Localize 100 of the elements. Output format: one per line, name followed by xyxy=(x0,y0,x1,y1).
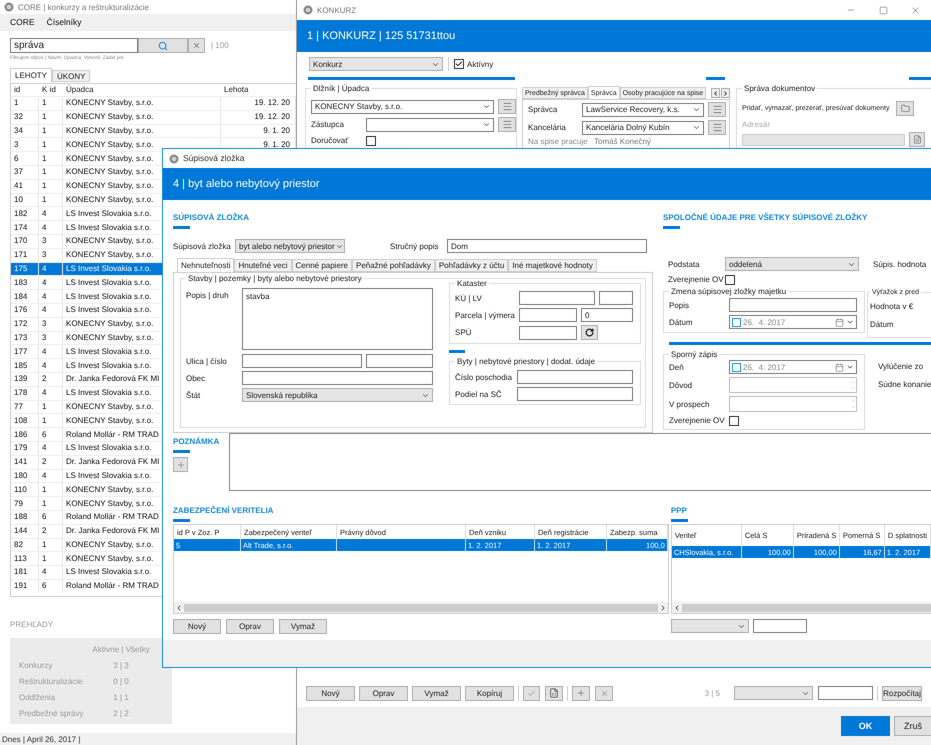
dropdown[interactable]: Slovenská republika xyxy=(242,388,433,402)
dropdown[interactable]: byt alebo nebytový priestor xyxy=(235,239,345,253)
table-row[interactable]: 32 1 KONECNY Stavby, s.r.o. 19. 12. 20 xyxy=(11,110,296,124)
scroll-right-button[interactable] xyxy=(721,88,730,98)
export-button[interactable] xyxy=(545,686,563,700)
dropdown[interactable]: LawService Recovery, k.s. xyxy=(582,102,704,116)
edit-button[interactable]: Oprav xyxy=(359,686,408,700)
section-title: PREHĽADY xyxy=(10,618,54,630)
accent-bar xyxy=(706,77,726,80)
table-row[interactable]: 34 1 KONECNY Stavby, s.r.o. 9. 1. 20 xyxy=(11,124,296,138)
delete-button[interactable]: Vymaž xyxy=(279,619,327,634)
text-field[interactable] xyxy=(242,354,362,368)
table-cell: 1 xyxy=(42,98,46,108)
checkbox[interactable] xyxy=(725,274,735,284)
scroll-left-button[interactable] xyxy=(711,88,720,98)
horizontal-scrollbar[interactable] xyxy=(174,602,668,613)
copy-button[interactable]: Kopíruj xyxy=(465,686,514,700)
text-field[interactable] xyxy=(519,308,577,322)
search-button[interactable] xyxy=(138,38,188,53)
horizontal-scrollbar[interactable] xyxy=(672,602,931,613)
menu-item[interactable]: CORE xyxy=(10,17,35,28)
table-cell: LS Invest Slovakia s.r.o. xyxy=(66,305,152,316)
add-button[interactable] xyxy=(572,686,590,700)
plus-icon xyxy=(576,688,586,698)
checkbox[interactable] xyxy=(729,416,739,426)
file-button[interactable] xyxy=(909,132,925,147)
folder-button[interactable] xyxy=(896,101,914,116)
dropdown[interactable]: Konkurz xyxy=(309,57,443,71)
ok-button[interactable]: OK xyxy=(841,716,890,736)
table-cell: 1 xyxy=(42,126,46,136)
field-label: Podiel na SČ xyxy=(455,388,503,400)
table-cell: KONECNY Stavby, s.r.o. xyxy=(66,402,154,412)
text-field[interactable] xyxy=(517,387,633,401)
dropdown[interactable] xyxy=(366,118,494,132)
list-button[interactable] xyxy=(708,120,726,135)
tab[interactable]: LEHOTY xyxy=(10,68,52,82)
table-cell: 185 xyxy=(14,360,28,371)
search-field[interactable]: správa xyxy=(10,38,138,53)
checkmark-icon xyxy=(455,60,463,68)
new-button[interactable]: Nový xyxy=(306,686,355,700)
checkbox[interactable] xyxy=(732,318,741,326)
search-icon xyxy=(158,40,168,50)
recalculate-button[interactable]: Rozpočítaj xyxy=(882,686,922,700)
overview-value: 3 | 3 xyxy=(112,660,130,671)
text-area[interactable]: stavba xyxy=(242,288,433,350)
dropdown[interactable]: oddelená xyxy=(725,257,859,271)
dropdown[interactable]: KONECNY Stavby, s.r.o. xyxy=(311,100,494,114)
cancel-button[interactable]: Zruš xyxy=(894,716,931,736)
text-field[interactable] xyxy=(242,371,433,385)
checkbox[interactable] xyxy=(454,59,464,69)
note-field[interactable] xyxy=(229,433,931,491)
table-cell: 176 xyxy=(14,305,28,316)
overview-label: Konkurzy xyxy=(19,660,54,671)
tab[interactable]: ÚKONY xyxy=(52,70,90,82)
text-field[interactable] xyxy=(729,298,857,312)
table-cell: 4 xyxy=(42,222,46,233)
table-cell: 2 xyxy=(42,457,46,468)
checkbox[interactable] xyxy=(366,136,376,146)
text-field[interactable] xyxy=(519,326,577,340)
text-field[interactable]: Dom xyxy=(447,239,647,253)
text-field[interactable] xyxy=(752,619,807,633)
text-field[interactable] xyxy=(366,354,433,368)
date-picker[interactable]: 26. 4. 2017 xyxy=(729,360,857,374)
group-title: Zmena súpisovej zložky majetku xyxy=(671,287,786,296)
text-field[interactable] xyxy=(519,291,595,305)
list-button[interactable] xyxy=(708,102,726,117)
dropdown[interactable]: Kancelária Dolný Kubín xyxy=(582,120,704,134)
checkbox[interactable] xyxy=(732,362,741,372)
edit-button[interactable]: Oprav xyxy=(226,619,274,634)
tab[interactable]: Iné majetkové hodnoty xyxy=(508,259,597,272)
menu-item[interactable]: Číselníky xyxy=(46,17,82,28)
table-cell: 1 xyxy=(42,402,46,412)
check-icon xyxy=(527,688,536,698)
table-cell: 179 xyxy=(14,443,28,454)
refresh-button[interactable] xyxy=(581,325,598,340)
tab[interactable]: Hnuteľné veci xyxy=(234,259,292,272)
table-row[interactable]: 1 1 KONECNY Stavby, s.r.o. 19. 12. 20 xyxy=(11,96,296,110)
table-cell: 9. 1. 20 xyxy=(263,140,290,150)
list-button[interactable] xyxy=(498,117,516,132)
text-field[interactable]: 0 xyxy=(581,308,633,322)
table-cell: 19. 12. 20 xyxy=(254,112,290,122)
tab[interactable]: Cenné papiere xyxy=(292,259,352,272)
tab[interactable]: Nehnuteľnosti xyxy=(177,258,234,272)
date-picker[interactable]: 26. 4. 2017 xyxy=(729,315,857,329)
confirm-button[interactable] xyxy=(523,686,540,700)
text-field[interactable] xyxy=(517,370,633,384)
table-cell: 77 xyxy=(14,402,23,412)
list-button[interactable] xyxy=(498,99,516,114)
text-field[interactable] xyxy=(599,291,633,305)
text-field[interactable] xyxy=(742,134,905,146)
table-cell: 19. 12. 20 xyxy=(254,98,290,108)
new-button[interactable]: Nový xyxy=(173,619,221,634)
remove-button[interactable] xyxy=(595,686,613,700)
tab[interactable]: Pohľadávky z účtu xyxy=(434,259,508,272)
delete-button[interactable]: Vymaž xyxy=(412,686,461,700)
menu-icon xyxy=(502,119,512,130)
table-cell: LS Invest Slovakia s.r.o. xyxy=(66,208,152,219)
field-label: Dátum xyxy=(870,319,894,330)
tab[interactable]: Peňažné pohľadávky xyxy=(352,259,435,272)
text-field[interactable] xyxy=(818,686,873,700)
